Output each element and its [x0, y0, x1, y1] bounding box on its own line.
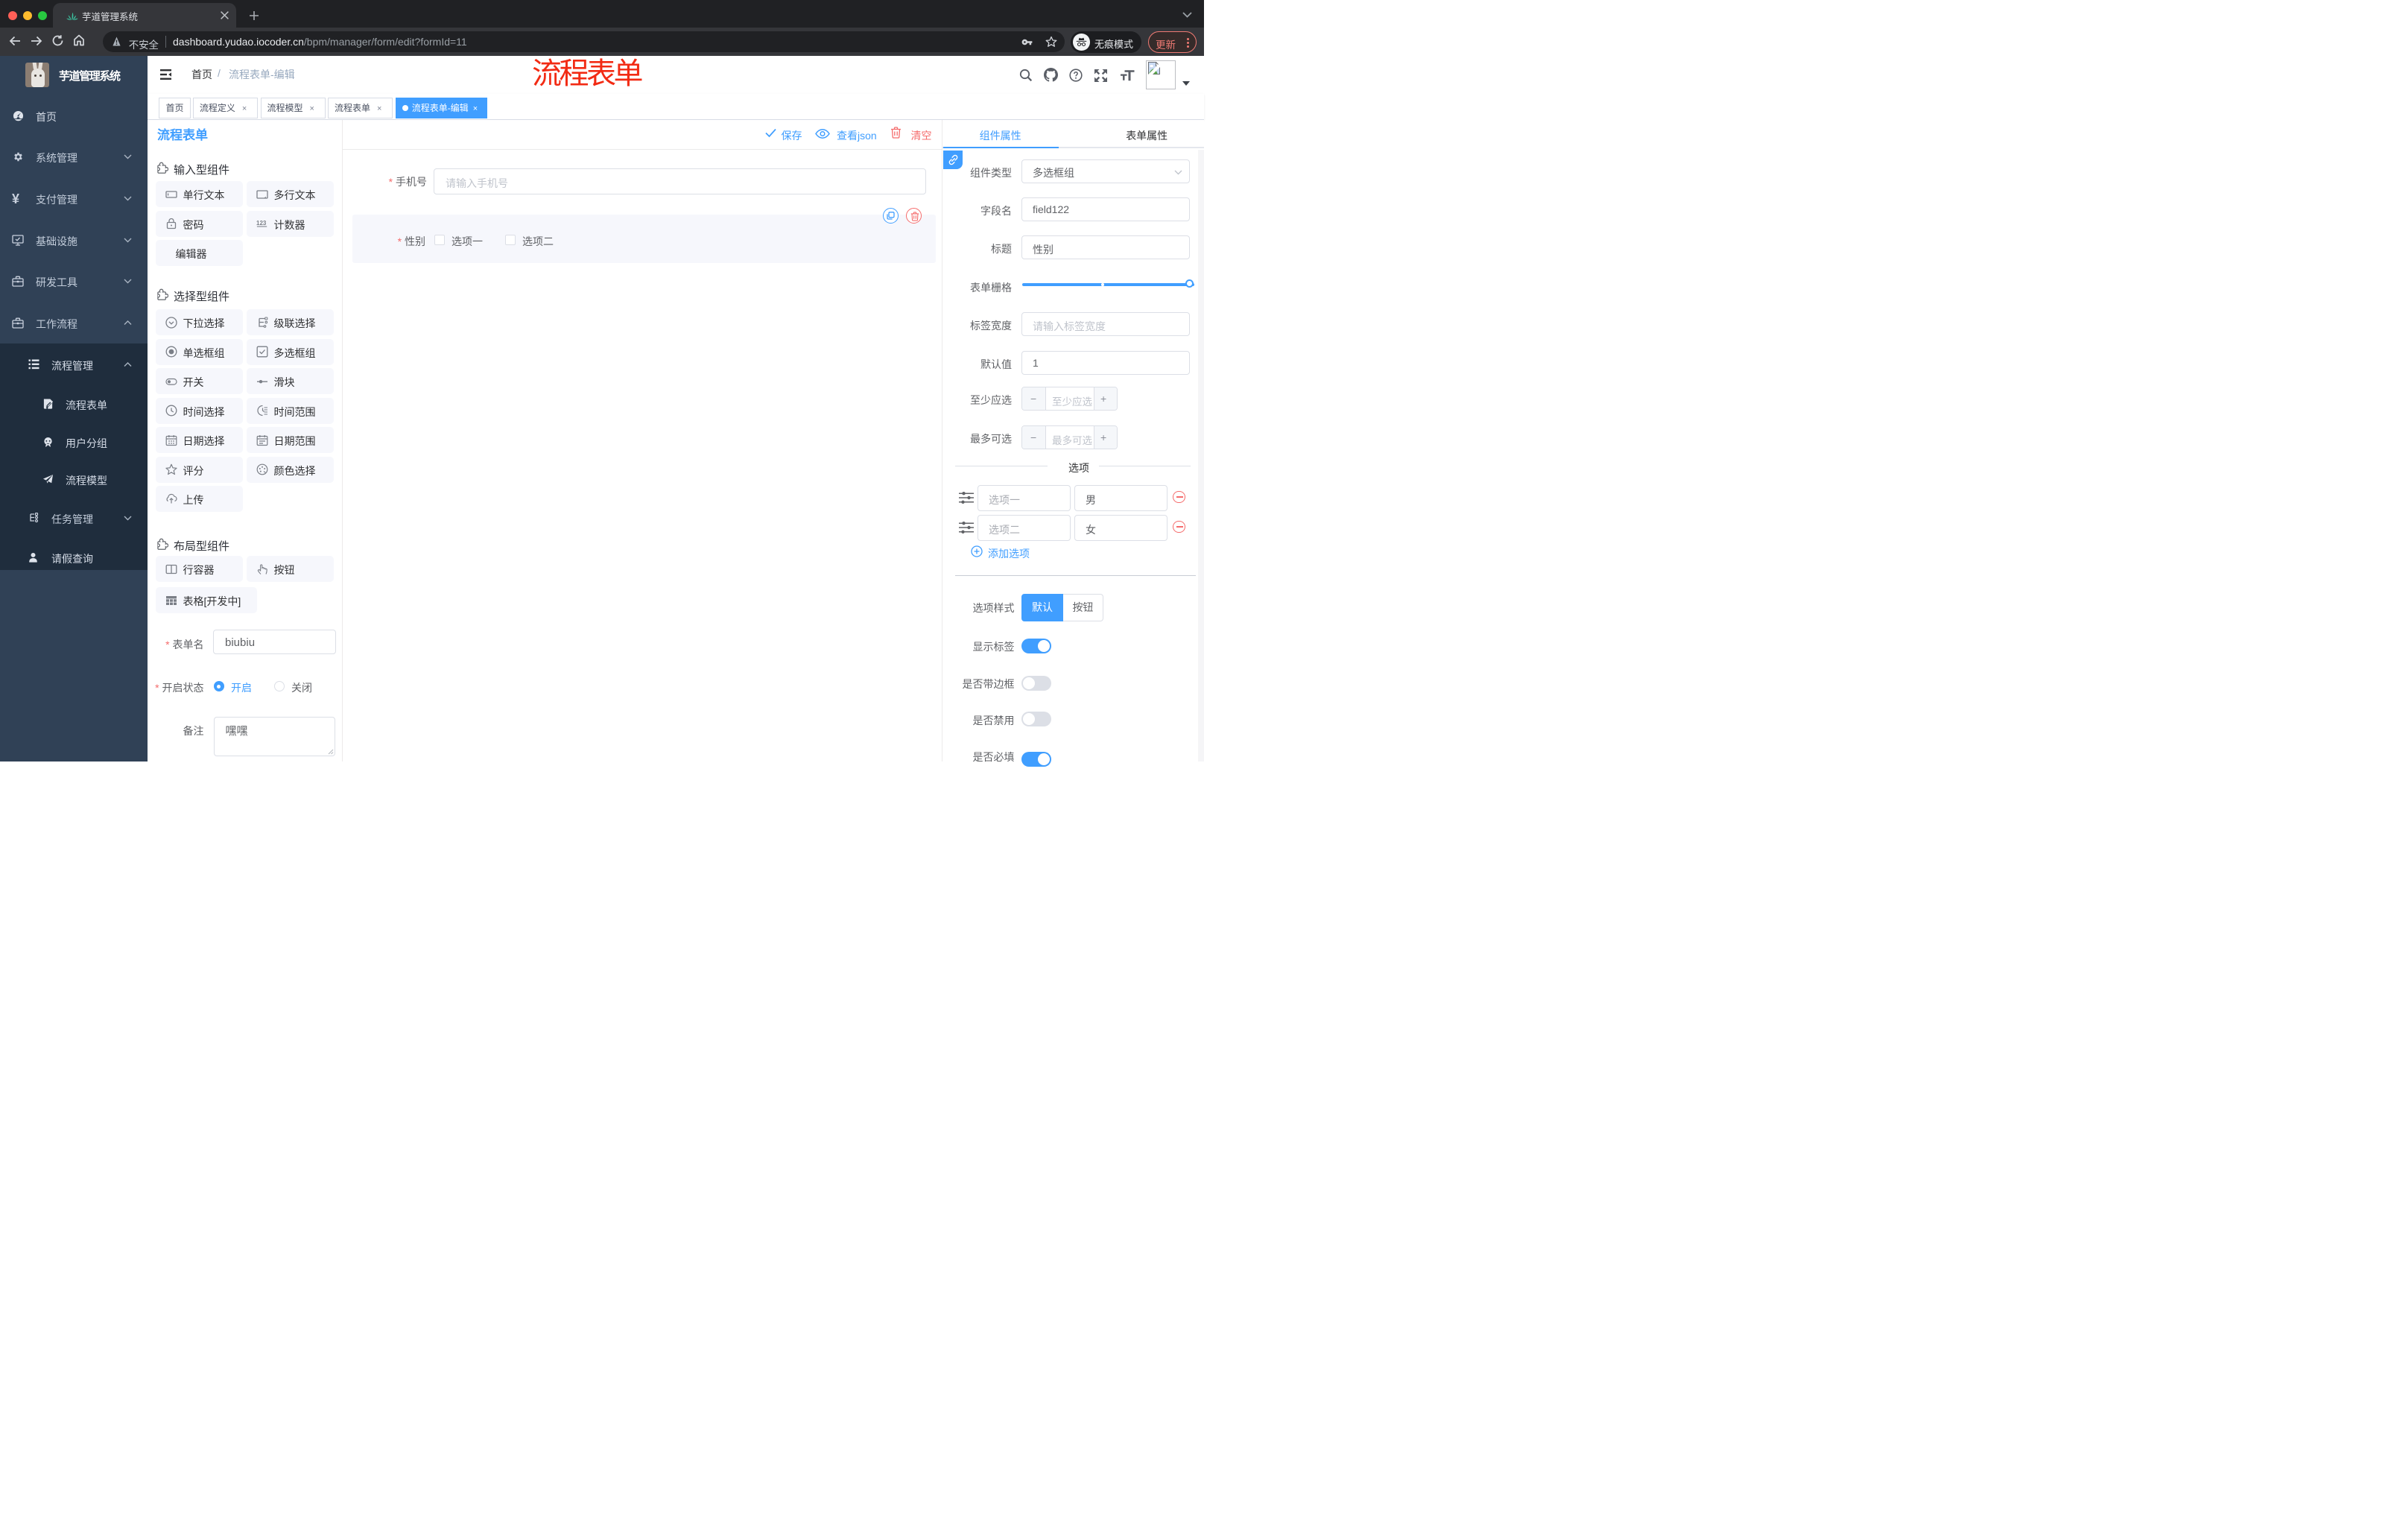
svg-text:123: 123: [256, 220, 267, 227]
